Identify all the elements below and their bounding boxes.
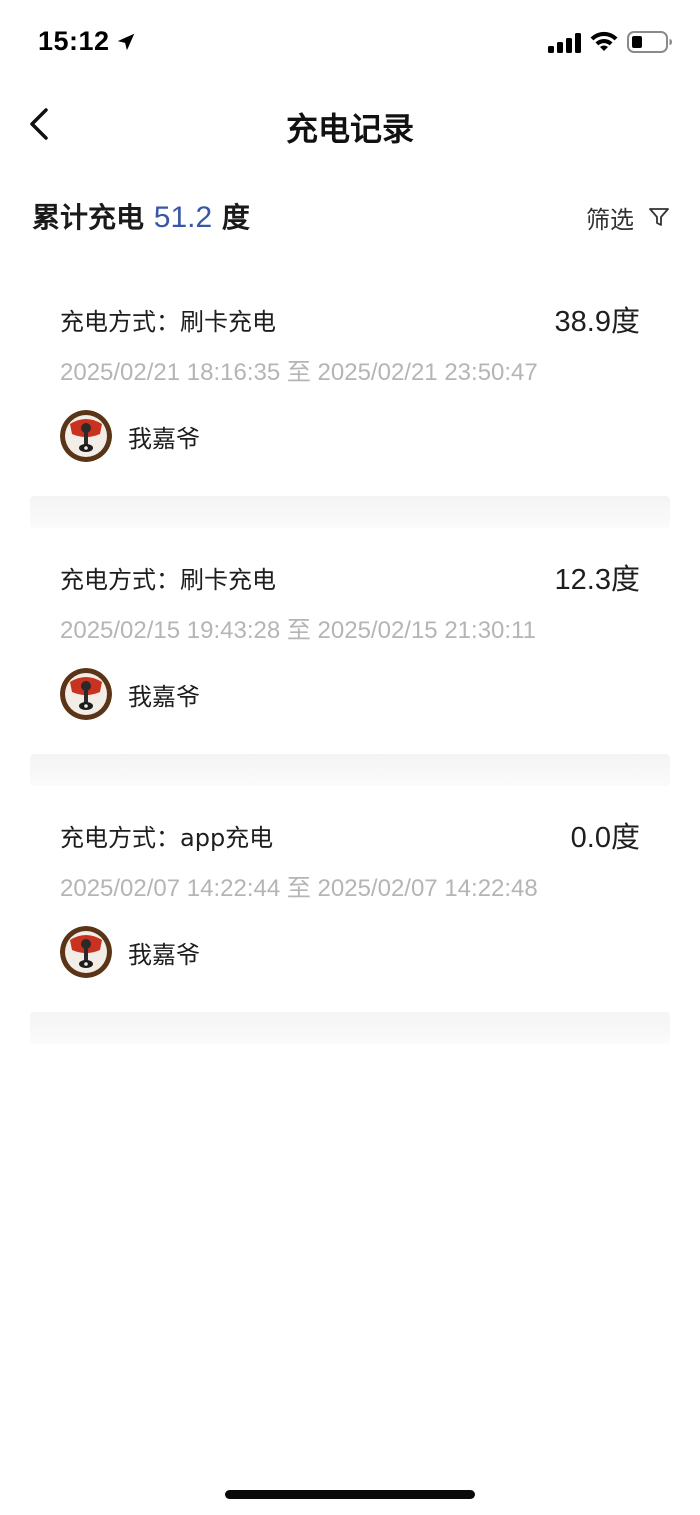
total-charge-label: 累计充电 — [32, 201, 145, 234]
user-name: 我嘉爷 — [128, 682, 200, 711]
charge-record-card[interactable]: 充电方式：刷卡充电 12.3度 2025/02/15 19:43:28 至 20… — [30, 528, 670, 754]
record-user: 我嘉爷 — [60, 410, 200, 462]
wifi-icon — [590, 31, 618, 51]
charge-amount: 38.9度 — [554, 306, 640, 338]
charge-record-card[interactable]: 充电方式：刷卡充电 38.9度 2025/02/21 18:16:35 至 20… — [30, 270, 670, 496]
total-charge-unit: 度 — [221, 201, 250, 234]
cellular-signal-icon — [548, 33, 581, 53]
total-charge-value: 51.2 — [153, 201, 213, 234]
filter-label: 筛选 — [586, 205, 634, 234]
avatar — [60, 410, 112, 462]
user-name: 我嘉爷 — [128, 940, 200, 969]
total-charge-summary: 累计充电 51.2 度 — [32, 196, 250, 236]
funnel-icon — [649, 208, 669, 226]
summary-row: 累计充电 51.2 度 筛选 — [0, 190, 700, 244]
charge-time-range: 2025/02/21 18:16:35 至 2025/02/21 23:50:4… — [60, 359, 538, 386]
battery-icon — [627, 31, 672, 53]
charge-record-list: 充电方式：刷卡充电 38.9度 2025/02/21 18:16:35 至 20… — [30, 270, 670, 1044]
status-time: 15:12 — [38, 26, 110, 56]
avatar — [60, 926, 112, 978]
charge-time-range: 2025/02/15 19:43:28 至 2025/02/15 21:30:1… — [60, 617, 536, 644]
charge-method: 充电方式：刷卡充电 — [60, 308, 276, 336]
charge-amount: 0.0度 — [570, 822, 640, 854]
charge-amount: 12.3度 — [554, 564, 640, 596]
record-user: 我嘉爷 — [60, 926, 200, 978]
location-arrow-icon — [117, 33, 135, 51]
divider — [30, 1012, 670, 1044]
page-title: 充电记录 — [285, 110, 414, 148]
record-user: 我嘉爷 — [60, 668, 200, 720]
charge-time-range: 2025/02/07 14:22:44 至 2025/02/07 14:22:4… — [60, 875, 538, 902]
nav-bar: 充电记录 — [0, 88, 700, 160]
user-name: 我嘉爷 — [128, 424, 200, 453]
status-bar: 15:12 — [0, 0, 700, 88]
filter-button[interactable]: 筛选 — [586, 200, 670, 234]
divider — [30, 496, 670, 528]
charge-record-card[interactable]: 充电方式：app充电 0.0度 2025/02/07 14:22:44 至 20… — [30, 786, 670, 1012]
charge-method: 充电方式：app充电 — [60, 824, 274, 852]
divider — [30, 754, 670, 786]
charge-method: 充电方式：刷卡充电 — [60, 566, 276, 594]
home-indicator — [225, 1490, 475, 1499]
avatar — [60, 668, 112, 720]
